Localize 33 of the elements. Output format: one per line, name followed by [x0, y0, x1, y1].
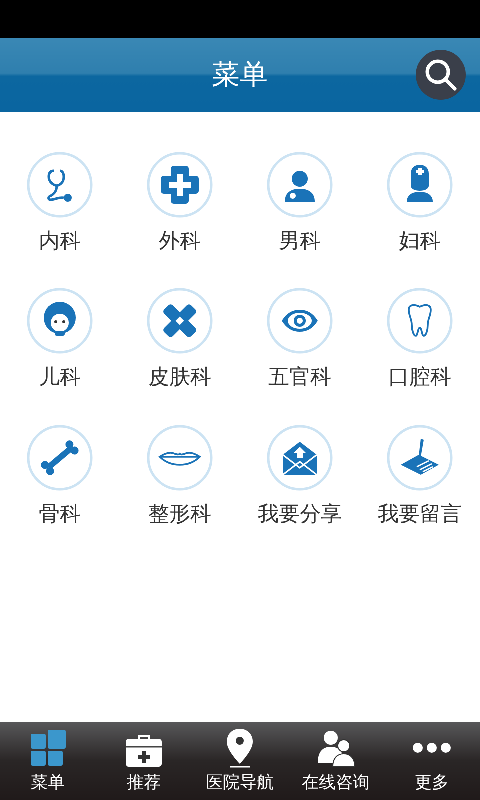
writing-pad-icon — [387, 424, 453, 491]
medical-cross-icon — [147, 152, 213, 218]
nav-tab[interactable]: 推荐 — [96, 722, 192, 800]
search-icon — [424, 58, 458, 92]
nav-tab[interactable]: 在线咨询 — [288, 722, 384, 800]
child-face-icon — [27, 288, 93, 354]
nurse-icon — [387, 152, 453, 218]
department-item[interactable]: 整形科 — [120, 424, 240, 528]
department-item[interactable]: 我要留言 — [360, 424, 480, 528]
search-button[interactable] — [416, 50, 466, 100]
nav-tab[interactable]: 医院导航 — [192, 722, 288, 800]
department-item[interactable]: 妇科 — [360, 152, 480, 256]
department-item[interactable]: 五官科 — [240, 288, 360, 392]
tooth-icon — [387, 288, 453, 354]
header-title: 菜单 — [212, 57, 268, 93]
department-item[interactable]: 男科 — [240, 152, 360, 256]
department-item[interactable]: 皮肤科 — [120, 288, 240, 392]
more-icon — [412, 741, 452, 756]
eye-icon — [267, 288, 333, 354]
lips-icon — [147, 424, 213, 491]
department-item[interactable]: 骨科 — [0, 424, 120, 528]
envelope-icon — [267, 424, 333, 491]
bandage-icon — [147, 288, 213, 354]
stethoscope-icon — [27, 152, 93, 218]
department-item[interactable]: 口腔科 — [360, 288, 480, 392]
department-item[interactable]: 外科 — [120, 152, 240, 256]
department-item[interactable]: 我要分享 — [240, 424, 360, 528]
bone-icon — [27, 424, 93, 491]
nav-tab[interactable]: 更多 — [384, 722, 480, 800]
department-item[interactable]: 儿科 — [0, 288, 120, 392]
doctor-icon — [267, 152, 333, 218]
department-item[interactable]: 内科 — [0, 152, 120, 256]
nav-tab[interactable]: 菜单 — [0, 722, 96, 800]
